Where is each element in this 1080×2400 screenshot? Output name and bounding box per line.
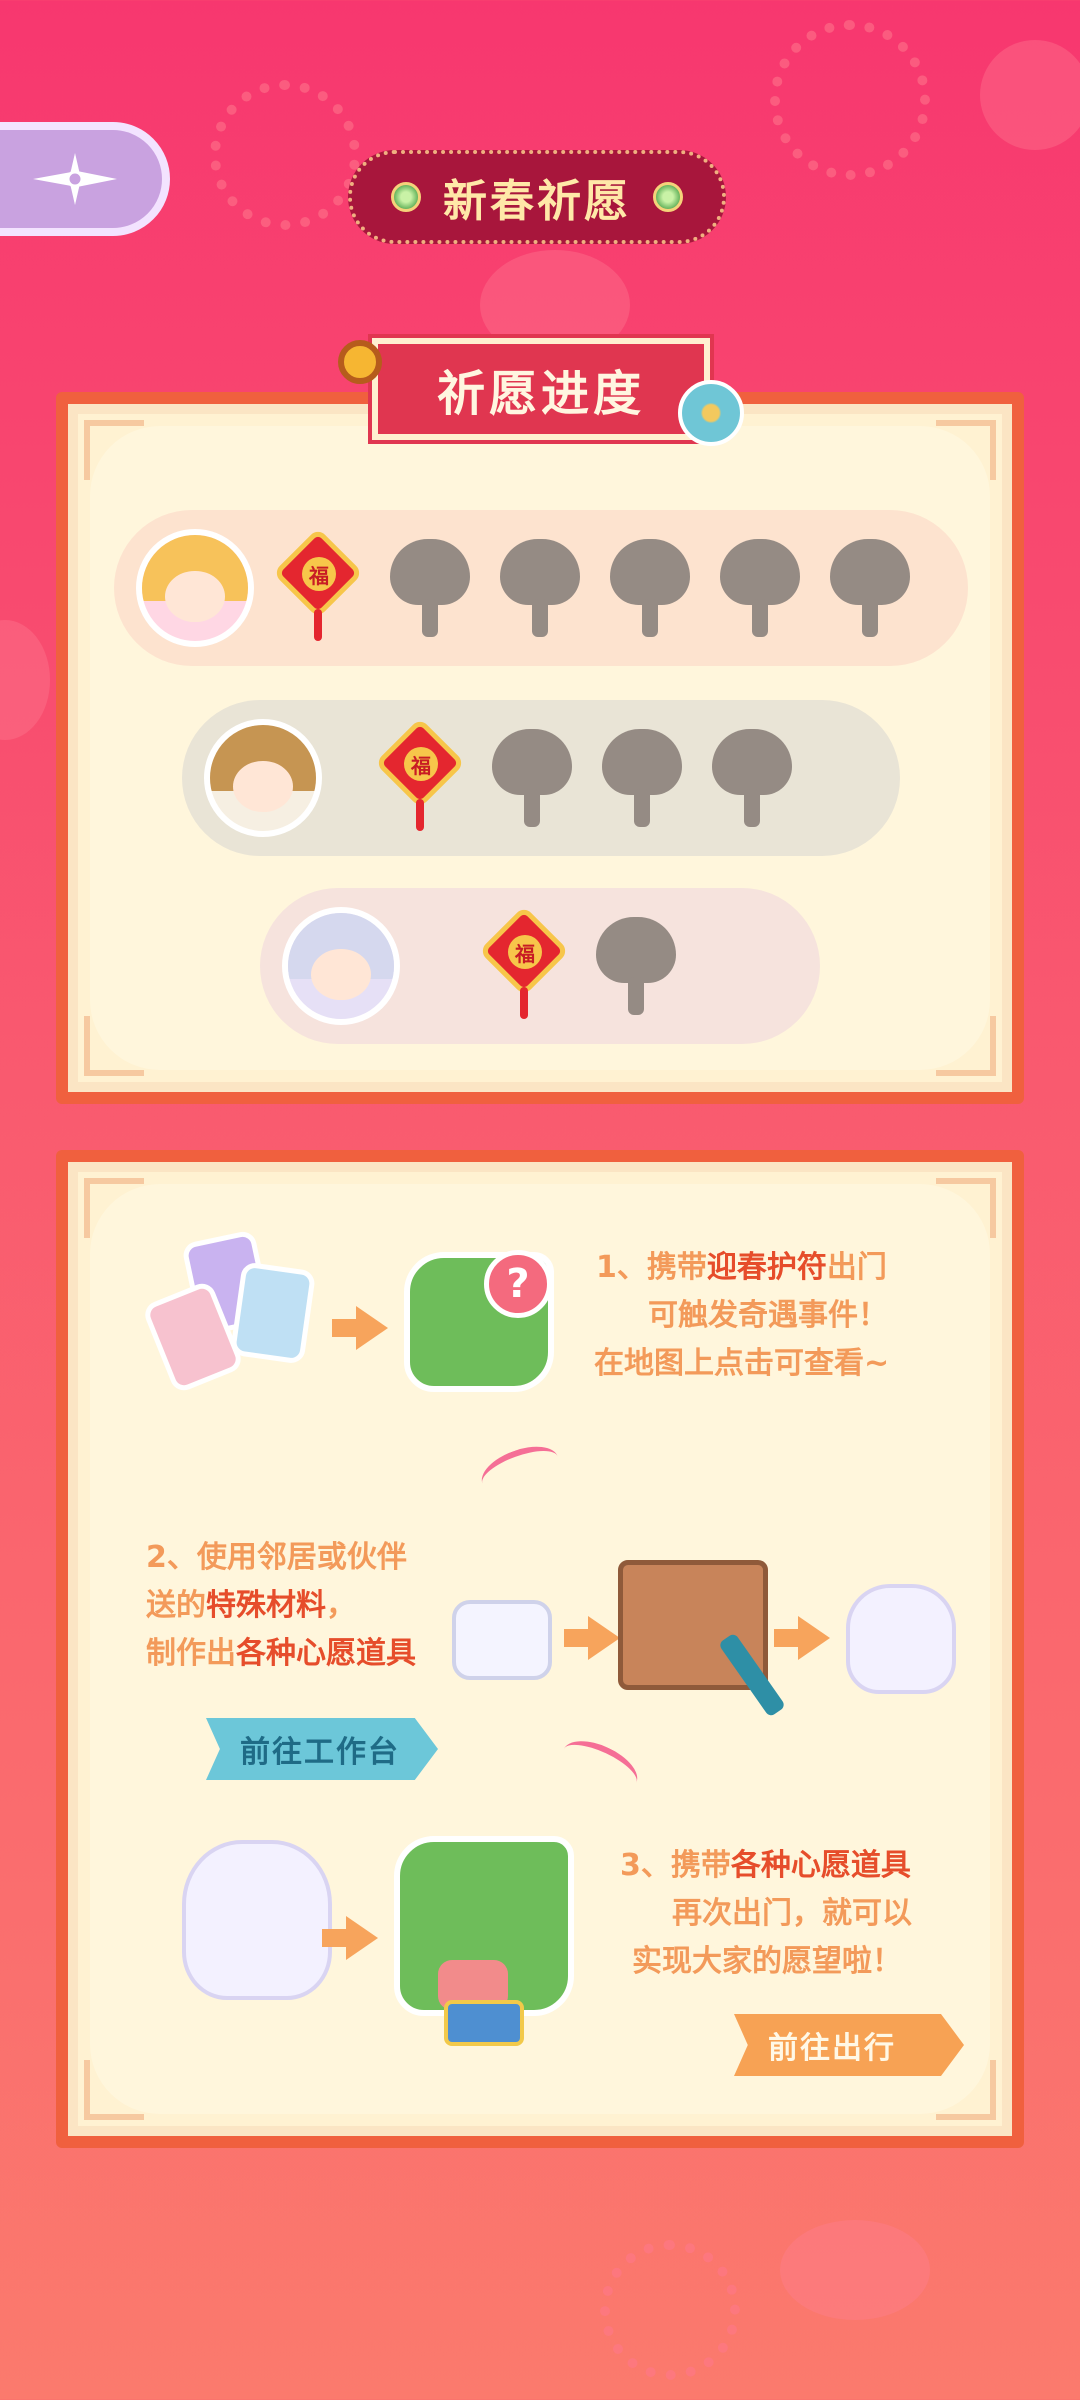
locked-wish-slot (604, 533, 694, 643)
locked-tree-silhouette-icon (830, 539, 910, 637)
corner-decoration (84, 1016, 144, 1076)
locked-tree-silhouette-icon (712, 729, 792, 827)
charm-tag-icon (229, 1261, 317, 1365)
arrow-right-icon (564, 1616, 620, 1660)
flower-medallion-icon (678, 380, 744, 446)
chinese-knot-unlocked: 福 (272, 527, 364, 643)
avatar-silver-hair-character[interactable] (282, 907, 400, 1025)
avatar-blonde-girl[interactable] (136, 529, 254, 647)
bg-flower-decoration (210, 80, 360, 230)
locked-wish-slot (384, 533, 474, 643)
back-button[interactable] (0, 122, 170, 236)
tassel (314, 609, 322, 641)
page-title: 新春祈愿 (443, 176, 631, 227)
locked-wish-slot (714, 533, 804, 643)
compass-arrow-icon (33, 153, 117, 205)
progress-title: 祈愿进度 (436, 366, 645, 422)
locked-tree-silhouette-icon (610, 539, 690, 637)
avatar-face (165, 571, 225, 622)
arrow-right-icon (322, 1916, 378, 1960)
step1-text: 1、携带迎春护符出门 可触发奇遇事件！ 在地图上点击可查看~ (594, 1250, 890, 1381)
locked-wish-slot (824, 533, 914, 643)
fu-character: 福 (302, 557, 336, 591)
tassel (520, 987, 528, 1019)
corner-decoration (84, 420, 144, 480)
progress-row: 福 (114, 510, 968, 666)
arrow-right-icon (774, 1616, 830, 1660)
avatar-face (233, 761, 293, 812)
corner-decoration (936, 1178, 996, 1238)
corner-decoration (84, 1178, 144, 1238)
question-bubble-icon: ? (484, 1250, 552, 1318)
corner-decoration (936, 1016, 996, 1076)
fabric-material-icon (452, 1600, 552, 1680)
fu-character: 福 (404, 747, 438, 781)
avatar-brown-hair-character[interactable] (204, 719, 322, 837)
go-to-workbench-button[interactable]: 前往工作台 (206, 1718, 438, 1780)
locked-tree-silhouette-icon (390, 539, 470, 637)
locked-wish-slot (590, 911, 680, 1021)
corner-decoration (84, 2060, 144, 2120)
locked-tree-silhouette-icon (602, 729, 682, 827)
jade-ornament-icon (391, 182, 421, 212)
dress-item-icon (182, 1840, 332, 2000)
locked-tree-silhouette-icon (596, 917, 676, 1015)
step2-text: 2、使用邻居或伙伴 送的特殊材料， 制作出各种心愿道具 (146, 1540, 416, 1671)
page-header: 新春祈愿 (348, 150, 726, 244)
bg-blob-decoration (980, 40, 1080, 150)
locked-tree-silhouette-icon (492, 729, 572, 827)
progress-title-banner: 祈愿进度 (368, 334, 714, 444)
chinese-knot-unlocked: 福 (478, 905, 570, 1021)
jade-ornament-icon (653, 182, 683, 212)
tassel (416, 799, 424, 831)
locked-wish-slot (596, 723, 686, 833)
bg-blob-decoration (780, 2220, 930, 2320)
chinese-knot-unlocked: 福 (374, 717, 466, 833)
go-outing-button[interactable]: 前往出行 (734, 2014, 964, 2076)
arrow-right-icon (332, 1306, 388, 1350)
plum-flower-icon (338, 340, 382, 384)
step3-text: 3、携带各种心愿道具 再次出门，就可以 实现大家的愿望啦！ (620, 1848, 912, 1979)
corner-decoration (936, 420, 996, 480)
bg-flower-decoration (600, 2240, 740, 2380)
locked-wish-slot (706, 723, 796, 833)
locked-tree-silhouette-icon (720, 539, 800, 637)
locked-wish-slot (494, 533, 584, 643)
avatar-face (311, 949, 371, 1000)
gift-box-icon (444, 2000, 524, 2046)
progress-row: 福 (260, 888, 820, 1044)
dress-item-icon (846, 1584, 956, 1694)
bg-flower-decoration (770, 20, 930, 180)
progress-row: 福 (182, 700, 900, 856)
bg-blob-decoration (0, 620, 50, 740)
fu-character: 福 (508, 935, 542, 969)
locked-tree-silhouette-icon (500, 539, 580, 637)
locked-wish-slot (486, 723, 576, 833)
